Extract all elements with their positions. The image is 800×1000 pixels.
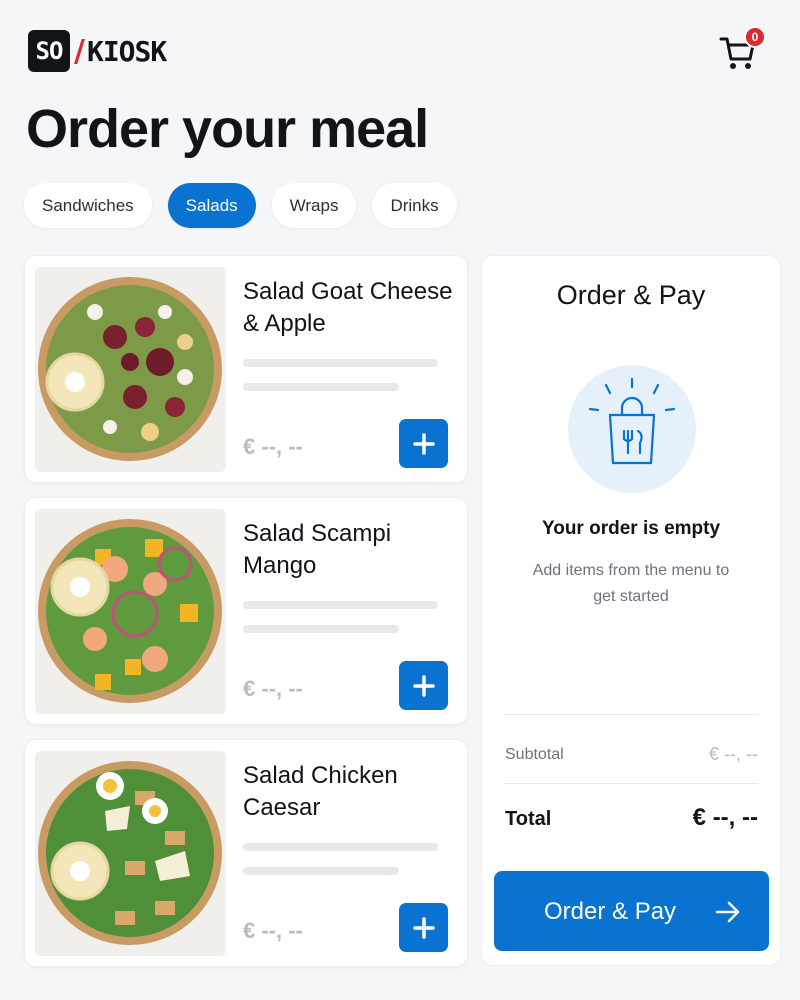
plus-icon [412,916,435,939]
product-card-goat-cheese[interactable]: Salad Goat Cheese & Apple € --, -- [24,255,468,483]
cart-count-badge: 0 [744,26,766,48]
plus-icon [412,432,435,455]
tab-wraps[interactable]: Wraps [271,183,357,228]
logo-mark: SO [28,30,70,72]
product-name: Salad Goat Cheese & Apple [243,278,453,337]
description-placeholder [243,867,399,875]
tab-drinks[interactable]: Drinks [372,183,457,228]
divider [504,714,758,715]
product-card-chicken-caesar[interactable]: Salad Chicken Caesar € --, -- [24,739,468,967]
order-panel-title: Order & Pay [556,280,706,310]
order-panel: Order & Pay Your order is empty Add item… [481,255,781,966]
tab-sandwiches[interactable]: Sandwiches [24,183,152,228]
page-title: Order your meal [26,99,429,159]
total-value: € --, -- [692,804,758,831]
description-placeholder [243,383,399,391]
add-to-order-button[interactable] [399,661,448,710]
product-image [35,751,226,956]
product-card-scampi-mango[interactable]: Salad Scampi Mango € --, -- [24,497,468,725]
product-price: € --, -- [243,676,303,701]
pay-button-label: Order & Pay [544,898,677,925]
logo-slash: / [74,33,85,69]
tab-salads[interactable]: Salads [167,183,256,228]
empty-bag-illustration [568,365,696,493]
description-placeholder [243,601,438,609]
total-label: Total [505,808,552,830]
add-to-order-button[interactable] [399,419,448,468]
header: SO / KIOSK 0 [28,26,772,74]
description-placeholder [243,625,399,633]
product-name: Salad Chicken Caesar [243,762,398,821]
arrow-right-icon [715,901,740,923]
empty-order-title: Your order is empty [541,518,721,539]
logo-text: KIOSK [86,34,167,68]
shopping-bag-icon [588,377,676,465]
category-tabs: Sandwiches Salads Wraps Drinks [24,183,457,228]
order-and-pay-button[interactable]: Order & Pay [494,871,769,951]
subtotal-value: € --, -- [709,744,758,764]
product-image [35,509,226,714]
logo[interactable]: SO / KIOSK [28,30,167,72]
add-to-order-button[interactable] [399,903,448,952]
divider [504,783,758,784]
empty-order-subtitle: Add items from the menu to get started [532,562,730,605]
description-placeholder [243,359,438,367]
plus-icon [412,674,435,697]
description-placeholder [243,843,438,851]
product-price: € --, -- [243,918,303,943]
product-price: € --, -- [243,434,303,459]
cart-button[interactable]: 0 [718,26,766,72]
product-name: Salad Scampi Mango [243,520,392,579]
subtotal-label: Subtotal [505,746,564,763]
product-image [35,267,226,472]
